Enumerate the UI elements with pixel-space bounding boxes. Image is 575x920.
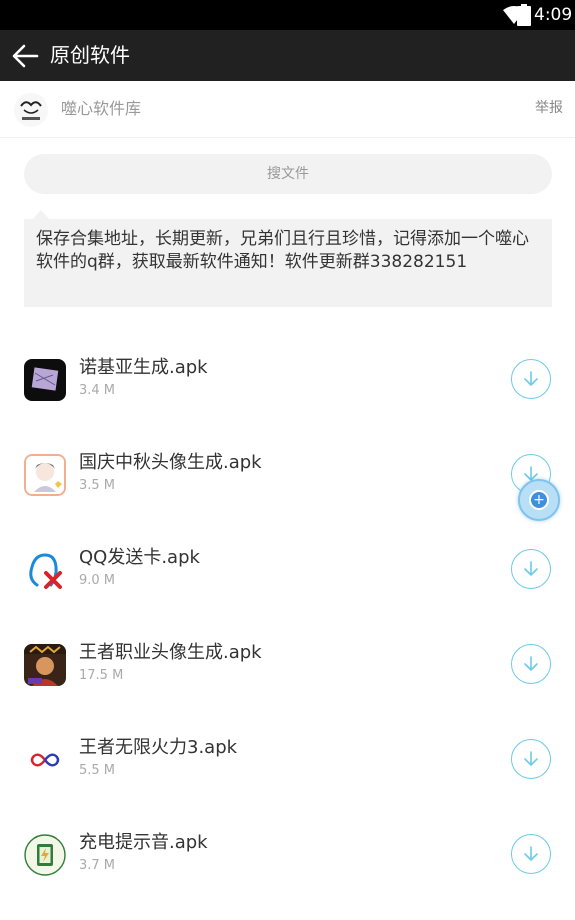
qq-app-icon bbox=[24, 549, 66, 591]
file-name: 王者无限火力3.apk bbox=[79, 737, 238, 758]
list-item[interactable]: 诺基亚生成.apk 3.4 M bbox=[0, 332, 575, 427]
file-size: 3.4 M bbox=[79, 383, 116, 398]
owner-row[interactable]: 噬心软件库 举报 bbox=[0, 82, 575, 138]
download-button[interactable] bbox=[511, 834, 551, 874]
notice-pointer bbox=[32, 210, 50, 220]
file-name: 国庆中秋头像生成.apk bbox=[79, 452, 262, 473]
download-button[interactable] bbox=[511, 644, 551, 684]
owner-avatar bbox=[14, 93, 48, 127]
arrow-left-icon bbox=[12, 44, 39, 68]
page-title: 原创软件 bbox=[50, 43, 130, 67]
list-item[interactable]: QQ发送卡.apk 9.0 M bbox=[0, 522, 575, 617]
back-button[interactable] bbox=[8, 39, 42, 73]
download-icon bbox=[524, 371, 538, 386]
search-input[interactable]: 搜文件 bbox=[24, 154, 552, 194]
avatar-app-icon bbox=[24, 454, 66, 496]
file-size: 3.5 M bbox=[79, 478, 116, 493]
status-bar: 4:09 bbox=[0, 0, 575, 30]
list-item[interactable]: 王者职业头像生成.apk 17.5 M bbox=[0, 617, 575, 712]
download-icon bbox=[524, 751, 538, 766]
file-name: QQ发送卡.apk bbox=[79, 547, 200, 568]
battery-icon bbox=[517, 4, 531, 26]
download-icon bbox=[524, 656, 538, 671]
file-size: 9.0 M bbox=[79, 573, 116, 588]
file-name: 诺基亚生成.apk bbox=[79, 357, 208, 378]
game-avatar-app-icon bbox=[24, 644, 66, 686]
file-size: 17.5 M bbox=[79, 668, 124, 683]
file-size: 3.7 M bbox=[79, 858, 116, 873]
list-item[interactable]: 充电提示音.apk 3.7 M bbox=[0, 807, 575, 902]
search-placeholder: 搜文件 bbox=[267, 166, 309, 182]
nokia-app-icon bbox=[24, 359, 66, 401]
report-link[interactable]: 举报 bbox=[535, 98, 563, 118]
download-icon bbox=[524, 561, 538, 576]
file-size: 5.5 M bbox=[79, 763, 116, 778]
download-button[interactable] bbox=[511, 739, 551, 779]
file-name: 充电提示音.apk bbox=[79, 832, 208, 853]
charge-app-icon bbox=[24, 834, 66, 876]
owner-name: 噬心软件库 bbox=[61, 99, 142, 118]
download-button[interactable] bbox=[511, 359, 551, 399]
floating-action-button[interactable]: + bbox=[518, 479, 560, 521]
notice-text: 保存合集地址，长期更新，兄弟们且行且珍惜，记得添加一个噬心软件的q群，获取最新软… bbox=[36, 229, 529, 272]
file-name: 王者职业头像生成.apk bbox=[79, 642, 262, 663]
list-item[interactable]: 王者无限火力3.apk 5.5 M bbox=[0, 712, 575, 807]
notice-box: 保存合集地址，长期更新，兄弟们且行且珍惜，记得添加一个噬心软件的q群，获取最新软… bbox=[24, 210, 552, 307]
infinity-app-icon bbox=[24, 739, 66, 781]
plus-icon: + bbox=[529, 490, 549, 510]
app-bar: 原创软件 bbox=[0, 30, 575, 81]
download-icon bbox=[524, 846, 538, 861]
download-button[interactable] bbox=[511, 549, 551, 589]
status-time: 4:09 bbox=[534, 5, 573, 25]
list-item[interactable]: 国庆中秋头像生成.apk 3.5 M bbox=[0, 427, 575, 522]
